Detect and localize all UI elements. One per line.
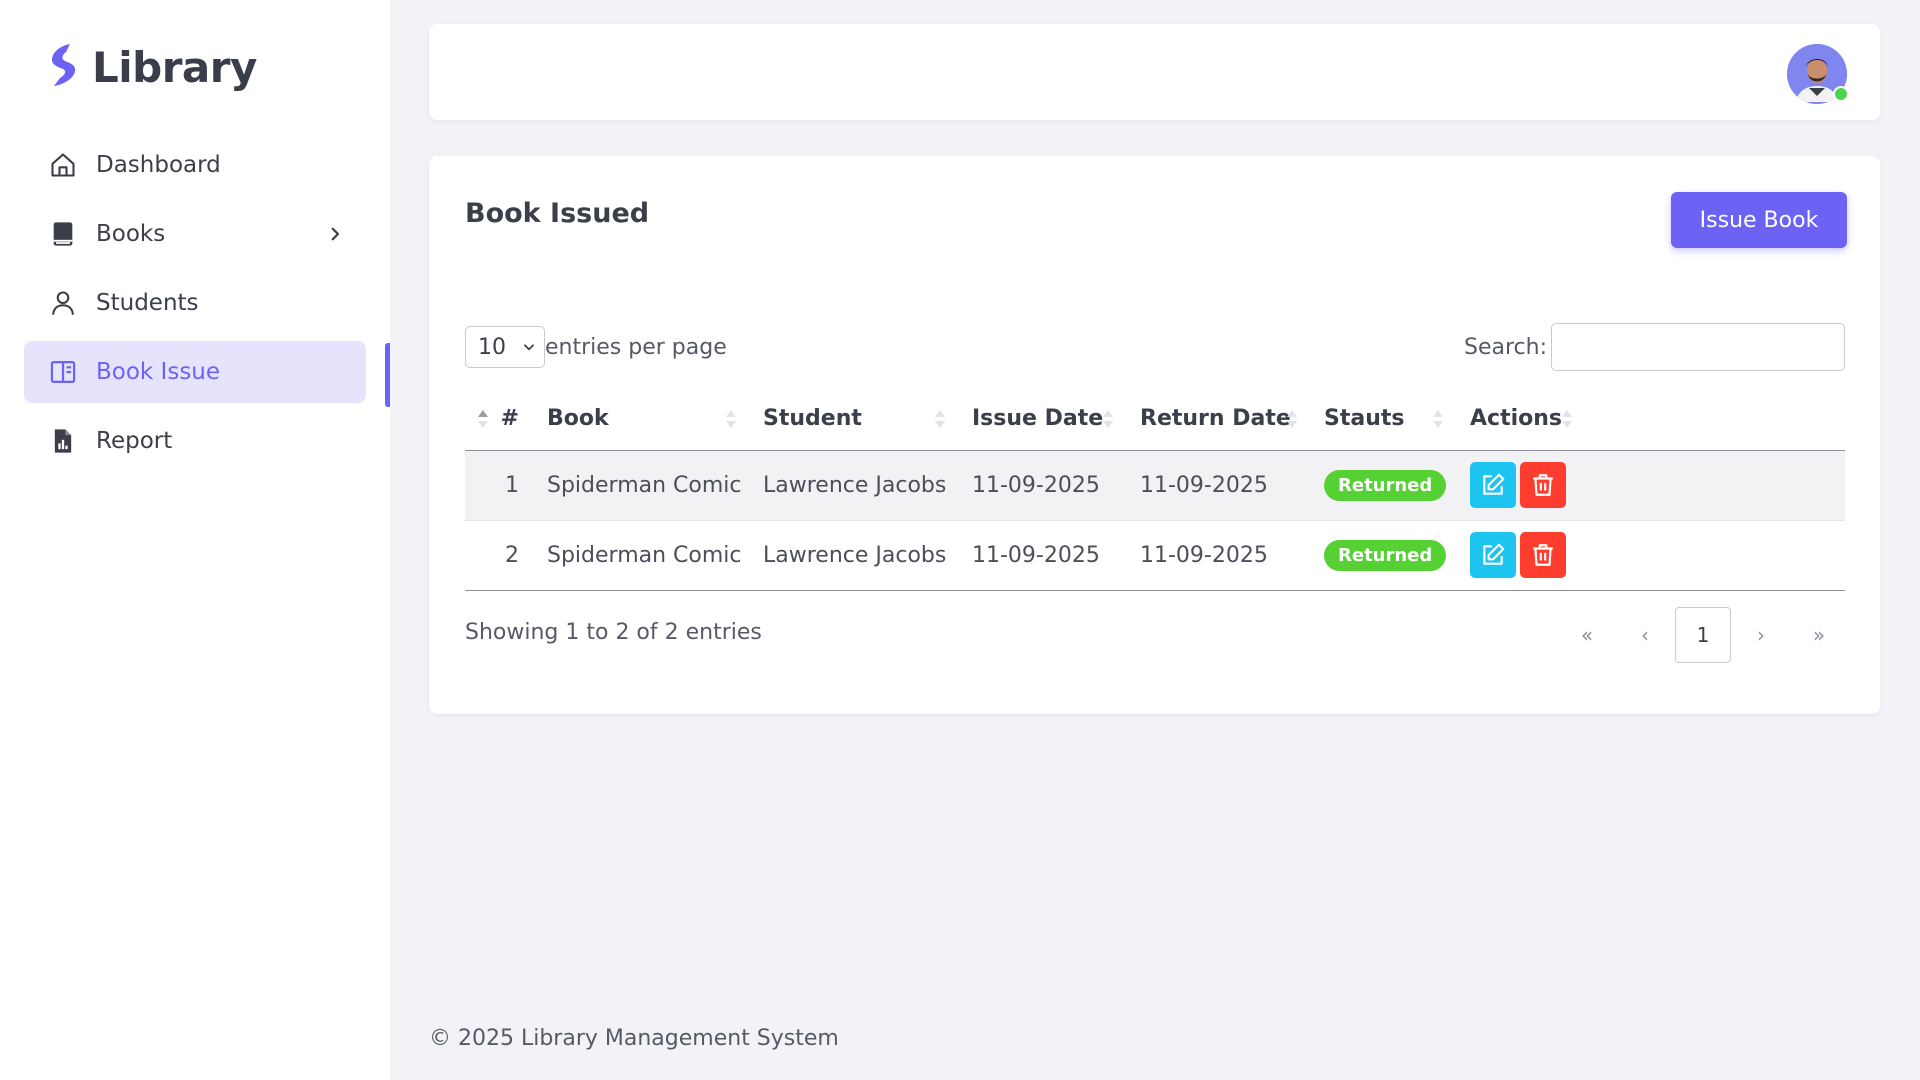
main-content: Book Issued Issue Book 10 entries per pa… <box>390 0 1920 1080</box>
chevron-right-icon <box>331 227 340 241</box>
page-first-button[interactable]: « <box>1559 607 1615 663</box>
book-open-icon <box>48 357 78 387</box>
home-icon <box>48 150 78 180</box>
edit-icon <box>1483 543 1505 565</box>
entries-per-page-select[interactable]: 10 <box>465 326 545 368</box>
report-file-icon <box>48 426 78 456</box>
column-header-label: # <box>500 406 519 432</box>
cell-student: Lawrence Jacobs <box>749 450 958 521</box>
sort-icon <box>1103 409 1113 428</box>
sort-icon <box>935 409 945 428</box>
trash-icon <box>1533 474 1553 496</box>
sidebar-item-books[interactable]: Books <box>24 203 366 265</box>
book-issue-table: # Book Student Issue Date Return Date St… <box>465 388 1845 591</box>
cell-actions <box>1456 520 1845 591</box>
search-input[interactable] <box>1551 323 1845 371</box>
column-header-label: Stauts <box>1324 406 1405 432</box>
cell-actions <box>1456 450 1845 521</box>
sidebar: Library Dashboard Books Students Book Is… <box>0 0 390 1080</box>
column-header-student[interactable]: Student <box>749 388 958 451</box>
user-icon <box>48 288 78 318</box>
top-bar <box>429 24 1880 120</box>
avatar[interactable] <box>1787 44 1849 104</box>
app-root: Library Dashboard Books Students Book Is… <box>0 0 1920 1080</box>
cell-book: Spiderman Comic <box>533 450 749 521</box>
cell-student: Lawrence Jacobs <box>749 520 958 591</box>
row-number: 1 <box>465 450 533 521</box>
sidebar-item-label: Dashboard <box>96 152 221 178</box>
table-row: 2 Spiderman Comic Lawrence Jacobs 11-09-… <box>465 520 1845 591</box>
column-header-label: Student <box>763 406 862 432</box>
table-search: Search: <box>1464 323 1845 371</box>
sidebar-item-report[interactable]: Report <box>24 410 366 472</box>
sidebar-item-label: Book Issue <box>96 359 221 385</box>
column-header-issue-date[interactable]: Issue Date <box>958 388 1126 451</box>
table-header-row: # Book Student Issue Date Return Date St… <box>465 388 1845 451</box>
brand[interactable]: Library <box>46 42 257 92</box>
column-header-return-date[interactable]: Return Date <box>1126 388 1310 451</box>
column-header-label: Issue Date <box>972 406 1104 432</box>
brand-name: Library <box>92 42 257 92</box>
footer: © 2025 Library Management System <box>429 1026 839 1051</box>
entries-per-page-value: 10 <box>478 334 506 360</box>
sort-icon <box>726 409 736 428</box>
page-number-button[interactable]: 1 <box>1675 607 1731 663</box>
edit-button[interactable] <box>1470 532 1516 578</box>
sidebar-item-book-issue[interactable]: Book Issue <box>24 341 366 403</box>
status-badge: Returned <box>1324 469 1447 501</box>
column-header-book[interactable]: Book <box>533 388 749 451</box>
cell-issue-date: 11-09-2025 <box>958 520 1126 591</box>
book-icon <box>48 219 78 249</box>
cell-status: Returned <box>1310 450 1456 521</box>
edit-icon <box>1483 473 1505 495</box>
table-row: 1 Spiderman Comic Lawrence Jacobs 11-09-… <box>465 450 1845 521</box>
cell-issue-date: 11-09-2025 <box>958 450 1126 521</box>
sort-icon <box>1287 409 1297 428</box>
sort-icon <box>1562 409 1572 428</box>
sort-icon <box>1433 409 1443 428</box>
column-header-number[interactable]: # <box>465 388 533 451</box>
search-label: Search: <box>1464 334 1547 360</box>
table-info: Showing 1 to 2 of 2 entries <box>465 620 762 645</box>
sort-asc-icon <box>478 409 488 428</box>
entries-length-control: 10 entries per page <box>465 326 727 368</box>
sidebar-item-students[interactable]: Students <box>24 272 366 334</box>
book-issued-card: Book Issued Issue Book 10 entries per pa… <box>429 156 1880 714</box>
trash-icon <box>1533 544 1553 566</box>
column-header-label: Return Date <box>1140 406 1291 432</box>
chevron-down-icon <box>524 344 534 351</box>
page-title: Book Issued <box>465 198 650 229</box>
page-next-button[interactable]: › <box>1733 607 1789 663</box>
status-badge: Returned <box>1324 539 1447 571</box>
cell-status: Returned <box>1310 520 1456 591</box>
row-number: 2 <box>465 520 533 591</box>
page-last-button[interactable]: » <box>1791 607 1847 663</box>
edit-button[interactable] <box>1470 462 1516 508</box>
column-header-label: Actions <box>1470 406 1562 432</box>
cell-return-date: 11-09-2025 <box>1126 450 1310 521</box>
page-prev-button[interactable]: ‹ <box>1617 607 1673 663</box>
bolt-logo-icon <box>52 44 76 86</box>
sidebar-item-dashboard[interactable]: Dashboard <box>24 134 366 196</box>
delete-button[interactable] <box>1520 462 1566 508</box>
sidebar-nav: Dashboard Books Students Book Issue Repo… <box>24 134 366 479</box>
column-header-status[interactable]: Stauts <box>1310 388 1456 451</box>
online-status-dot <box>1833 86 1849 102</box>
pagination: « ‹ 1 › » <box>1557 607 1847 663</box>
column-header-label: Book <box>547 406 609 432</box>
delete-button[interactable] <box>1520 532 1566 578</box>
issue-book-button[interactable]: Issue Book <box>1671 192 1847 248</box>
sidebar-item-label: Students <box>96 290 199 316</box>
entries-per-page-label: entries per page <box>545 334 727 360</box>
cell-book: Spiderman Comic <box>533 520 749 591</box>
sidebar-item-label: Report <box>96 428 173 454</box>
cell-return-date: 11-09-2025 <box>1126 520 1310 591</box>
sidebar-item-label: Books <box>96 221 166 247</box>
column-header-actions[interactable]: Actions <box>1456 388 1845 451</box>
